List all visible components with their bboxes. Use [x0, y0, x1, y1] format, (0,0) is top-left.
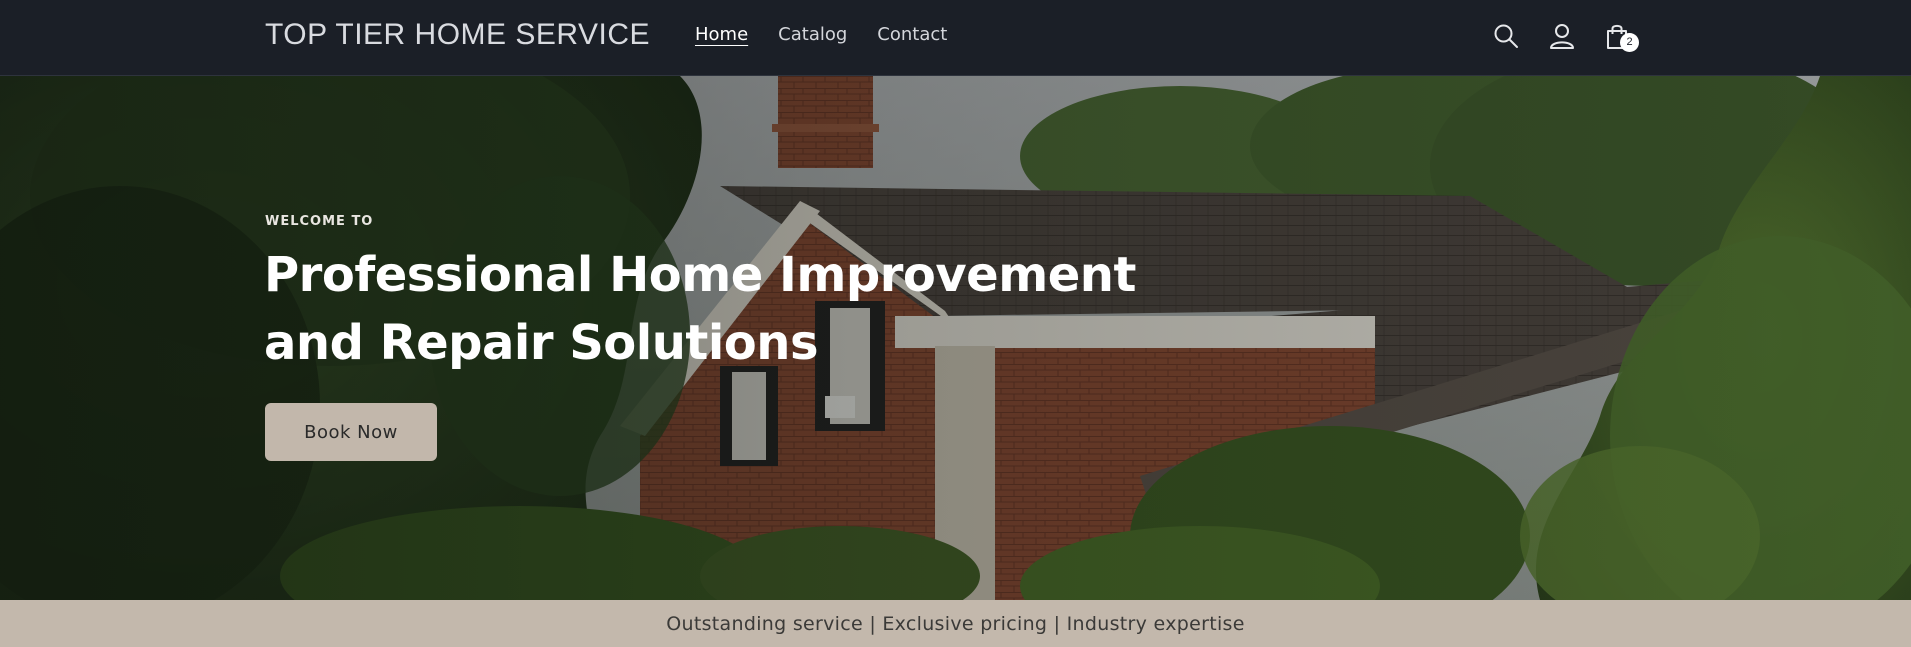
cart-count-badge: 2 — [1620, 33, 1639, 52]
site-header: TOP TIER HOME SERVICE Home Catalog Conta… — [0, 0, 1911, 76]
nav-item-home[interactable]: Home — [695, 24, 748, 45]
book-now-button[interactable]: Book Now — [265, 403, 437, 461]
brand-logo[interactable]: TOP TIER HOME SERVICE — [265, 18, 650, 52]
nav-item-contact[interactable]: Contact — [877, 24, 947, 45]
nav-item-catalog[interactable]: Catalog — [778, 24, 847, 45]
announcement-text: Outstanding service | Exclusive pricing … — [666, 612, 1245, 635]
cart-button[interactable]: 2 — [1602, 21, 1639, 52]
announcement-bar: Outstanding service | Exclusive pricing … — [0, 600, 1911, 647]
search-button[interactable] — [1491, 21, 1521, 51]
hero-eyebrow: WELCOME TO — [265, 214, 374, 229]
account-button[interactable] — [1547, 21, 1577, 51]
hero-banner: WELCOME TO Professional Home Improvement… — [0, 76, 1911, 600]
hero-title: Professional Home Improvement and Repair… — [264, 247, 1136, 371]
user-icon — [1550, 24, 1574, 49]
search-icon — [1494, 24, 1518, 48]
main-nav: Home Catalog Contact — [695, 24, 947, 45]
page: TOP TIER HOME SERVICE Home Catalog Conta… — [0, 0, 1911, 647]
